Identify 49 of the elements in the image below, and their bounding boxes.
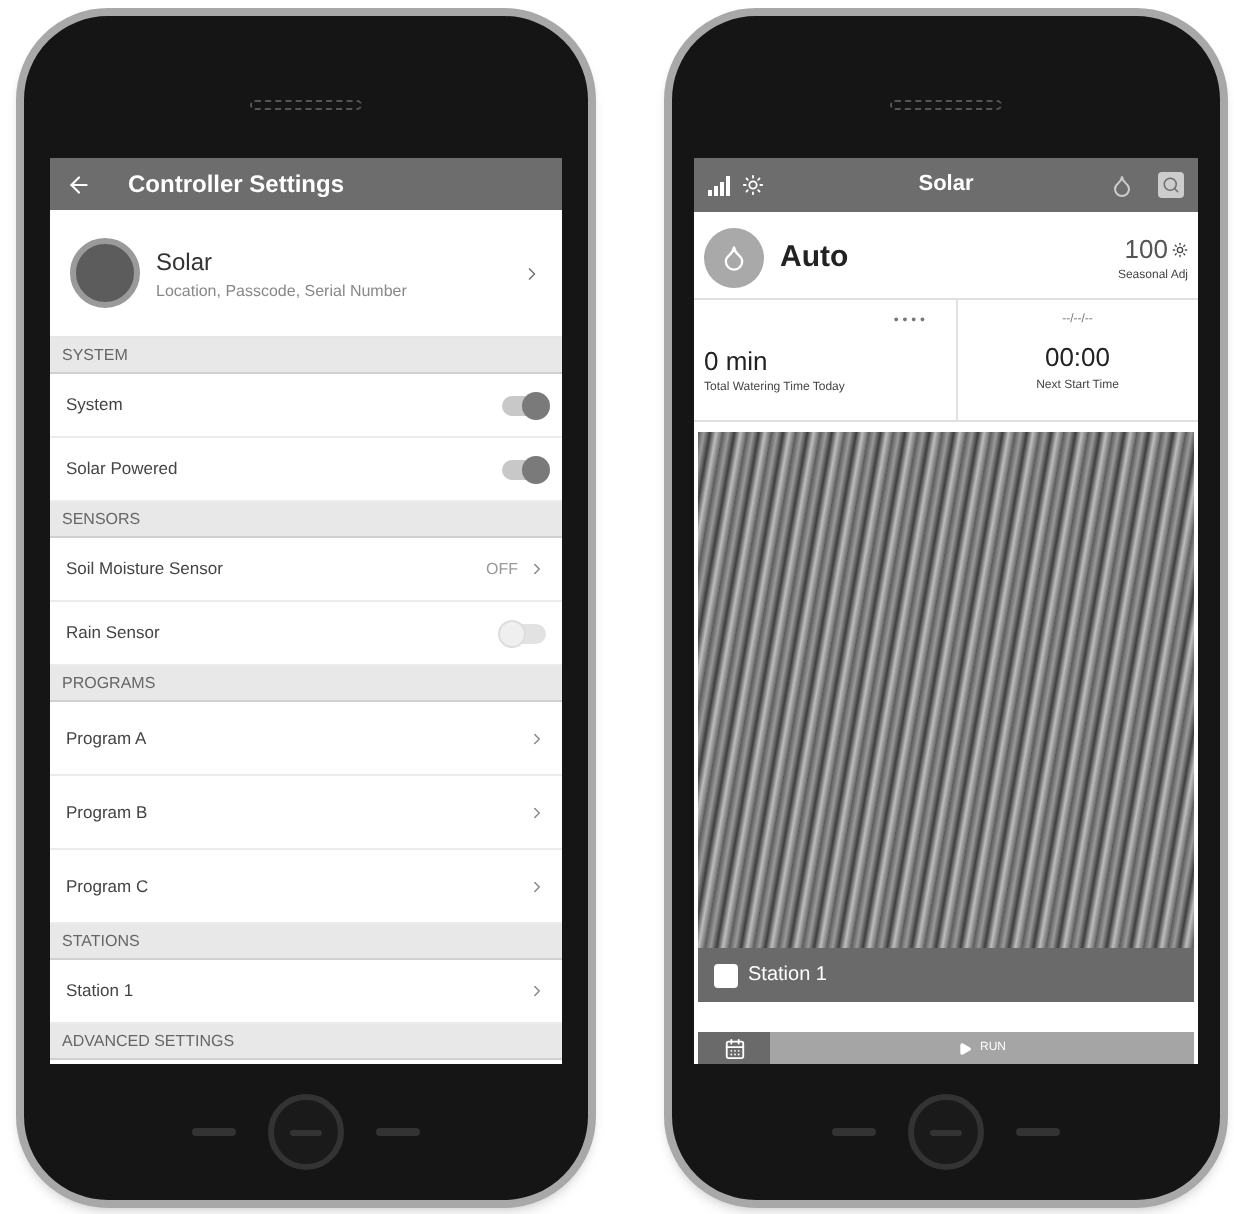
chevron-icon bbox=[528, 982, 546, 1000]
speaker-grille bbox=[250, 100, 362, 110]
chevron-icon bbox=[528, 729, 546, 747]
section-header: PROGRAMS bbox=[50, 666, 562, 702]
section-header: SYSTEM bbox=[50, 338, 562, 374]
speaker-grille bbox=[890, 100, 1002, 110]
chevron-icon bbox=[528, 877, 546, 895]
seasonal-value: 100 bbox=[1124, 231, 1168, 268]
station-label: Station 1 bbox=[748, 962, 827, 990]
sun-icon bbox=[1172, 241, 1188, 257]
settings-row[interactable]: System bbox=[50, 374, 562, 438]
station-bar[interactable]: Station 1 bbox=[698, 948, 1194, 1002]
toggle-switch[interactable] bbox=[502, 459, 546, 479]
row-label: Program C bbox=[66, 873, 151, 899]
play-icon bbox=[958, 1041, 972, 1055]
row-label: Soil Moisture Sensor bbox=[66, 556, 225, 582]
row-value: OFF bbox=[486, 557, 518, 581]
watering-value: 0 min bbox=[704, 343, 770, 379]
section-header: STATIONS bbox=[50, 924, 562, 960]
controller-avatar bbox=[70, 238, 140, 308]
toggle-switch[interactable] bbox=[502, 395, 546, 415]
water-drop-icon[interactable] bbox=[1110, 173, 1134, 197]
header-title: Solar bbox=[916, 170, 976, 201]
battery-sun-icon bbox=[742, 174, 764, 196]
row-label: Program B bbox=[66, 799, 150, 825]
chevron-icon bbox=[528, 560, 546, 578]
chevron-icon bbox=[528, 803, 546, 821]
settings-row[interactable]: Soil Moisture Sensor OFF bbox=[50, 538, 562, 602]
calendar-icon[interactable] bbox=[698, 1032, 770, 1064]
back-icon[interactable] bbox=[66, 171, 92, 197]
row-label: Program A bbox=[66, 725, 149, 751]
toggle-switch[interactable] bbox=[502, 623, 546, 643]
station-checkbox[interactable] bbox=[714, 963, 738, 987]
section-header: ADVANCED SETTINGS bbox=[50, 1024, 562, 1060]
row-label: Station 1 bbox=[66, 978, 136, 1004]
mode-drop-icon[interactable] bbox=[704, 228, 764, 288]
next-start-value: 00:00 bbox=[1044, 340, 1111, 376]
row-label: Rain Sensor bbox=[66, 620, 162, 646]
signal-icon bbox=[708, 175, 734, 195]
search-icon[interactable] bbox=[1158, 172, 1184, 198]
controller-subtitle: Location, Passcode, Serial Number bbox=[156, 279, 409, 303]
row-label: System bbox=[66, 392, 125, 418]
controller-name: Solar bbox=[156, 245, 215, 279]
settings-row[interactable]: Program A bbox=[50, 702, 562, 776]
settings-row[interactable]: Program B bbox=[50, 776, 562, 850]
mode-label: Auto bbox=[780, 237, 851, 278]
row-label: Solar Powered bbox=[66, 456, 180, 482]
section-header: SENSORS bbox=[50, 502, 562, 538]
header-title: Controller Settings bbox=[128, 168, 345, 202]
